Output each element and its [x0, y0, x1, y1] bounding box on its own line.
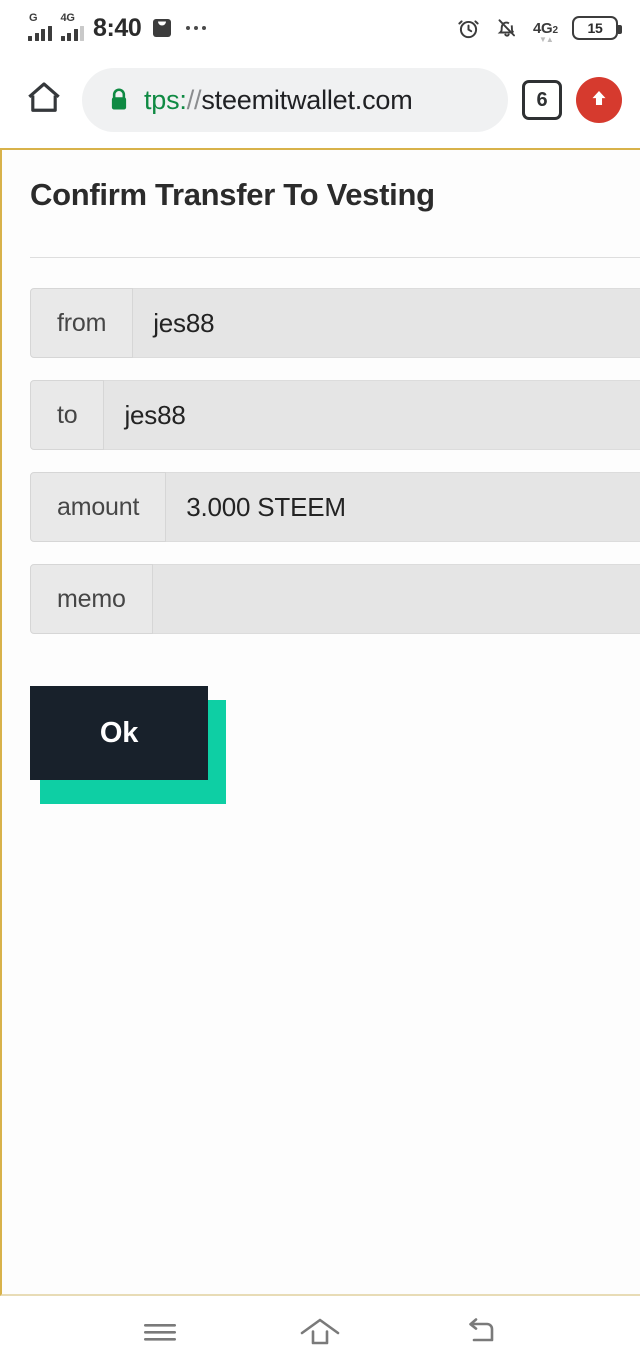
- ok-button[interactable]: Ok: [30, 686, 208, 781]
- padlock-icon: [106, 86, 132, 114]
- signal-strength-sim1-icon: G: [28, 12, 52, 41]
- back-arrow-icon: [461, 1316, 499, 1353]
- url-scheme: tps:: [144, 86, 187, 114]
- phone-screen: G 4G 8:40 4G 2 ▼▲ 15 tps://steemitwallet…: [0, 0, 640, 1372]
- confirm-transfer-page: Confirm Transfer To Vesting from jes88 t…: [2, 150, 640, 805]
- signal-sim2-network-label: 4G: [60, 12, 75, 24]
- more-dots-icon: [186, 26, 207, 30]
- signal-sim2-bars: [60, 24, 84, 41]
- tab-switcher-button[interactable]: 6: [522, 80, 562, 120]
- data-transfer-arrows-icon: ▼▲: [539, 34, 554, 44]
- url-separator: //: [186, 86, 202, 114]
- form-row-memo: memo: [30, 564, 640, 635]
- field-value-amount: 3.000 STEEM: [166, 472, 640, 543]
- home-icon: [23, 77, 65, 124]
- tab-count-label: 6: [536, 89, 548, 111]
- page-title: Confirm Transfer To Vesting: [30, 177, 435, 212]
- field-value-memo: [152, 564, 640, 635]
- field-value-to: jes88: [104, 380, 640, 451]
- field-label-memo: memo: [30, 564, 153, 635]
- transfer-details-form: from jes88 to jes88 amount 3.000 STEEM m…: [30, 288, 640, 635]
- back-button[interactable]: [444, 1306, 516, 1362]
- screenshot-icon: [150, 16, 174, 40]
- network-type-indicator: 4G 2 ▼▲: [533, 20, 558, 44]
- field-label-from: from: [30, 288, 134, 359]
- url-host: steemitwallet.com: [201, 86, 413, 114]
- field-label-amount: amount: [30, 472, 167, 543]
- url-text: tps://steemitwallet.com: [144, 87, 413, 114]
- battery-indicator: 15: [572, 16, 622, 40]
- web-page-viewport: Confirm Transfer To Vesting from jes88 t…: [0, 148, 640, 1296]
- status-bar-clock: 8:40: [93, 13, 142, 42]
- battery-percent-label: 15: [587, 20, 603, 36]
- signal-sim1-network-label: G: [29, 12, 38, 24]
- upload-arrow-icon: [586, 85, 612, 116]
- signal-sim1-bars: [28, 24, 52, 41]
- form-row-from: from jes88: [30, 288, 640, 359]
- url-address-bar[interactable]: tps://steemitwallet.com: [82, 68, 508, 132]
- form-row-amount: amount 3.000 STEEM: [30, 472, 640, 543]
- status-bar-left: G 4G 8:40: [28, 12, 207, 42]
- browser-home-button[interactable]: [20, 76, 68, 124]
- network-sim-index: 2: [552, 24, 558, 36]
- field-label-to: to: [30, 380, 105, 451]
- status-bar: G 4G 8:40 4G 2 ▼▲ 15: [0, 0, 640, 56]
- title-divider: [30, 257, 640, 259]
- nav-home-button[interactable]: [284, 1306, 356, 1362]
- recents-button[interactable]: [124, 1306, 196, 1362]
- browser-toolbar: tps://steemitwallet.com 6: [0, 56, 640, 144]
- status-bar-right: 4G 2 ▼▲ 15: [456, 16, 622, 44]
- upload-button[interactable]: [576, 77, 622, 123]
- ok-button-container: Ok: [30, 686, 226, 805]
- signal-strength-sim2-icon: 4G: [60, 12, 84, 41]
- bell-muted-icon: [495, 16, 519, 40]
- alarm-clock-icon: [456, 16, 481, 41]
- menu-hamburger-icon: [142, 1318, 178, 1351]
- home-outline-icon: [299, 1315, 341, 1354]
- form-row-to: to jes88: [30, 380, 640, 451]
- field-value-from: jes88: [133, 288, 640, 359]
- system-navigation-bar: [0, 1296, 640, 1372]
